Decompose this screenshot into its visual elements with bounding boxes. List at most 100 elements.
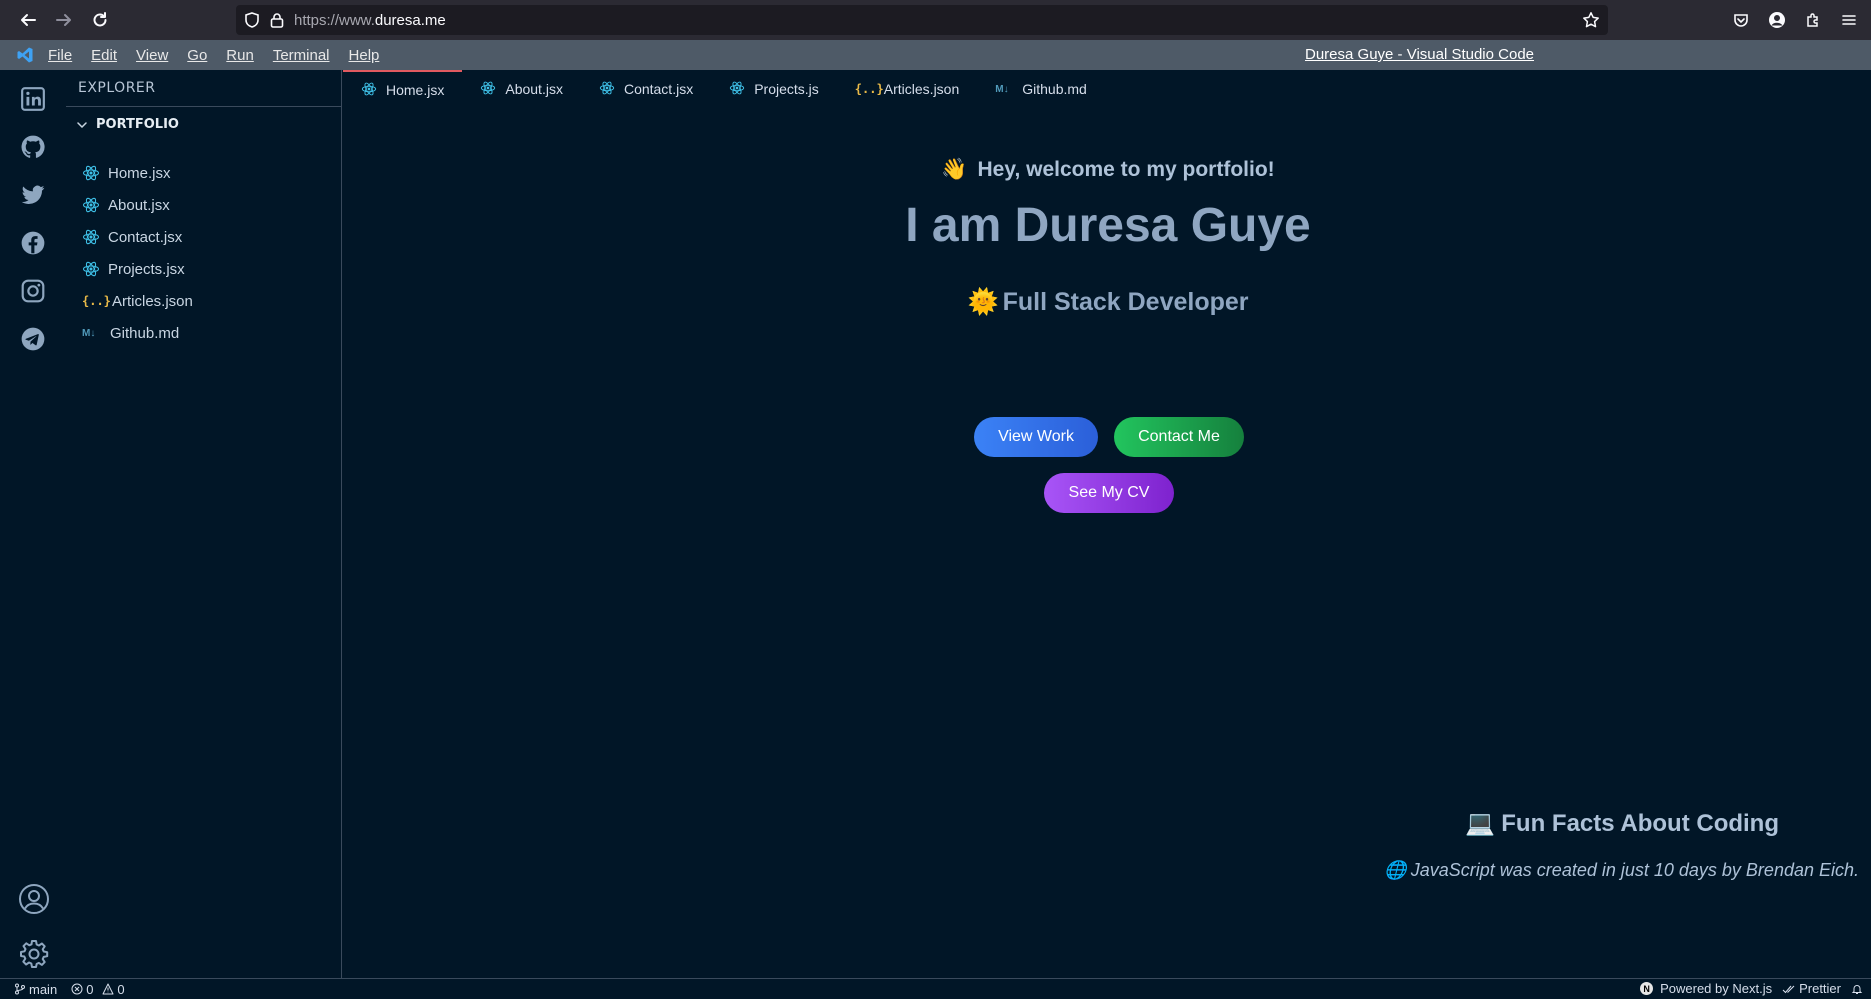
file-name: Projects.jsx: [108, 260, 185, 278]
menu-bar: File Edit View Go Run Terminal Help Dure…: [0, 40, 1871, 70]
file-list: Home.jsx About.jsx Contact.jsx Projects.…: [82, 157, 193, 349]
warning-icon: [102, 983, 114, 995]
back-arrow-icon[interactable]: [12, 4, 44, 36]
tab-projects[interactable]: Projects.js: [711, 70, 837, 108]
greeting-text: Hey, welcome to my portfolio!: [977, 158, 1275, 181]
telegram-icon[interactable]: [20, 326, 46, 352]
error-icon: [71, 983, 83, 995]
warning-count: 0: [117, 981, 125, 997]
file-item-projects[interactable]: Projects.jsx: [82, 253, 193, 285]
settings-gear-icon[interactable]: [18, 938, 50, 970]
tab-articles[interactable]: {..} Articles.json: [837, 70, 977, 108]
activity-bar: [0, 70, 66, 978]
laptop-emoji: 💻: [1465, 810, 1496, 837]
twitter-icon[interactable]: [20, 182, 46, 208]
folder-name: PORTFOLIO: [96, 117, 179, 132]
branch-status[interactable]: main: [14, 982, 57, 997]
menu-items: File Edit View Go Run Terminal Help: [48, 47, 398, 64]
profile-avatar-icon[interactable]: [1761, 4, 1793, 36]
menu-terminal[interactable]: Terminal: [273, 47, 330, 64]
tab-contact[interactable]: Contact.jsx: [581, 70, 711, 108]
url-domain: duresa.me: [374, 11, 446, 29]
file-item-articles[interactable]: {..} Articles.json: [82, 285, 193, 317]
file-item-home[interactable]: Home.jsx: [82, 157, 193, 189]
editor-tab-bar: Home.jsx About.jsx Contact.jsx Projects.…: [343, 70, 1871, 108]
tab-label: Github.md: [1022, 81, 1087, 97]
extensions-puzzle-icon[interactable]: [1797, 4, 1829, 36]
bookmark-star-icon[interactable]: [1582, 11, 1600, 29]
status-left: main 0 0: [14, 982, 125, 997]
menu-go[interactable]: Go: [187, 47, 207, 64]
reload-icon[interactable]: [84, 4, 116, 36]
menu-run[interactable]: Run: [226, 47, 254, 64]
tab-label: Articles.json: [883, 81, 960, 97]
account-icon[interactable]: [18, 883, 50, 915]
pocket-icon[interactable]: [1725, 4, 1757, 36]
file-item-about[interactable]: About.jsx: [82, 189, 193, 221]
branch-name: main: [29, 981, 58, 997]
globe-emoji: 🌐: [1384, 860, 1407, 880]
fun-fact: 🌐 JavaScript was created in just 10 days …: [1384, 860, 1859, 881]
double-check-icon: [1782, 983, 1796, 995]
browser-extensions: [1725, 4, 1865, 36]
tab-label: Contact.jsx: [623, 81, 694, 97]
menu-file[interactable]: File: [48, 47, 72, 64]
prettier-status[interactable]: Prettier: [1782, 981, 1841, 996]
react-icon: [82, 260, 100, 278]
forward-arrow-icon[interactable]: [48, 4, 80, 36]
file-name: Articles.json: [112, 292, 193, 310]
hamburger-menu-icon[interactable]: [1833, 4, 1865, 36]
window-title[interactable]: Duresa Guye - Visual Studio Code: [1305, 46, 1534, 63]
waving-hand-emoji: 👋: [941, 158, 968, 181]
json-icon: {..}: [854, 82, 884, 96]
url-text[interactable]: https://www.duresa.me: [294, 12, 446, 29]
tab-github[interactable]: M↓ Github.md: [977, 70, 1105, 108]
lock-icon[interactable]: [270, 12, 284, 28]
explorer-title: EXPLORER: [78, 80, 156, 96]
fun-fact-text: JavaScript was created in just 10 days b…: [1410, 860, 1859, 880]
react-icon: [82, 164, 100, 182]
folder-portfolio[interactable]: PORTFOLIO: [76, 117, 179, 132]
file-name: Home.jsx: [108, 164, 171, 182]
page-title: I am Duresa Guye: [905, 199, 1311, 252]
status-right: N Powered by Next.js Prettier: [1640, 981, 1863, 996]
fun-facts-title-text: Fun Facts About Coding: [1501, 809, 1779, 837]
menu-help[interactable]: Help: [349, 47, 380, 64]
react-icon: [599, 80, 617, 98]
menu-edit[interactable]: Edit: [91, 47, 117, 64]
nextjs-icon: N: [1640, 982, 1654, 995]
markdown-icon: M↓: [995, 83, 1009, 95]
powered-by-nextjs[interactable]: N Powered by Next.js: [1640, 981, 1772, 996]
instagram-icon[interactable]: [20, 278, 46, 304]
facebook-icon[interactable]: [20, 230, 46, 256]
github-icon[interactable]: [20, 134, 46, 160]
prettier-text: Prettier: [1799, 981, 1841, 996]
linkedin-icon[interactable]: [20, 86, 46, 112]
file-name: Github.md: [110, 324, 180, 342]
menu-view[interactable]: View: [136, 47, 168, 64]
react-icon: [82, 196, 100, 214]
view-work-button[interactable]: View Work: [974, 417, 1098, 457]
see-cv-button[interactable]: See My CV: [1044, 473, 1174, 513]
react-icon: [82, 228, 100, 246]
browser-toolbar: https://www.duresa.me: [0, 0, 1871, 40]
url-bar[interactable]: https://www.duresa.me: [236, 5, 1608, 35]
chevron-down-icon: [76, 119, 88, 131]
error-count: 0: [86, 981, 94, 997]
status-bar: main 0 0 N Powered by Next.js Prettier: [0, 978, 1871, 999]
role-subtitle: 🌞 Full Stack Developer: [343, 288, 1871, 317]
contact-me-button[interactable]: Contact Me: [1114, 417, 1244, 457]
home-page-content: 👋 Hey, welcome to my portfolio! I am Dure…: [343, 108, 1871, 978]
vscode-logo-icon: [16, 46, 34, 64]
problems-status[interactable]: 0 0: [71, 981, 125, 997]
url-prefix: https://www.: [294, 11, 375, 29]
notification-bell-icon[interactable]: [1851, 983, 1863, 995]
tab-home[interactable]: Home.jsx: [343, 70, 463, 108]
tab-label: Home.jsx: [386, 82, 445, 98]
sun-emoji: 🌞: [967, 288, 999, 316]
file-item-contact[interactable]: Contact.jsx: [82, 221, 193, 253]
tracking-shield-icon[interactable]: [244, 12, 260, 28]
tab-label: About.jsx: [505, 81, 563, 97]
file-item-github[interactable]: M↓ Github.md: [82, 317, 193, 349]
tab-about[interactable]: About.jsx: [462, 70, 581, 108]
